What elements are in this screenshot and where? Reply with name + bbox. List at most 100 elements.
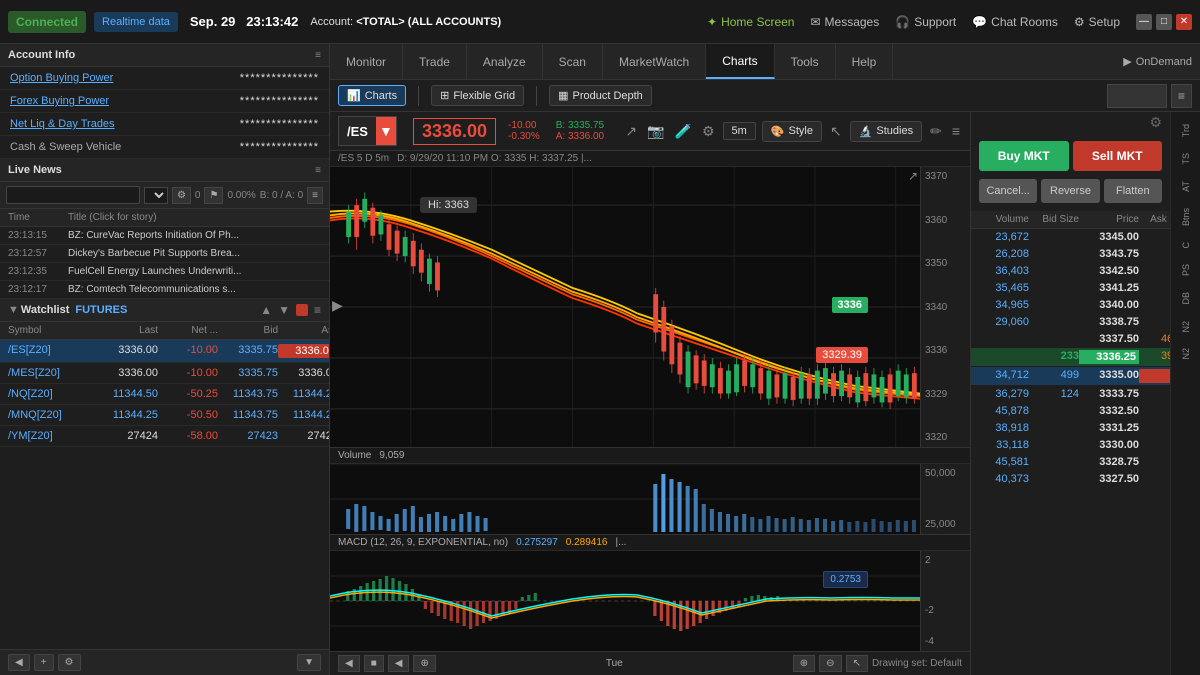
chart-time-label: Tue [606,658,623,669]
nav-chatrooms[interactable]: 💬 Chat Rooms [972,15,1058,29]
news-search-input[interactable] [6,186,140,204]
macd-section: MACD (12, 26, 9, EXPONENTIAL, no) 0.2752… [330,534,970,651]
wl-row-0[interactable]: /ES[Z20] 3336.00 -10.00 3335.75 3336.00 [0,340,329,363]
dom-row-3341: 35,465 3341.25 ● [971,280,1170,297]
side-label-n2-1[interactable]: N2 [1179,317,1193,337]
wl-col-last: Last [88,325,158,336]
tab-marketwatch[interactable]: MarketWatch [603,44,706,79]
nav-setup[interactable]: ⚙ Setup [1074,15,1120,29]
news-row-0[interactable]: 23:13:15 BZ: CureVac Reports Initiation … [0,227,329,245]
forex-buying-power-label[interactable]: Forex Buying Power [10,95,109,107]
zoom-out-btn[interactable]: ⊖ [819,655,841,672]
symbol-down-arrow[interactable]: ▼ [376,117,396,145]
side-label-db[interactable]: DB [1179,288,1193,309]
tab-help[interactable]: Help [836,44,894,79]
side-label-c[interactable]: C [1179,238,1193,253]
product-depth-btn[interactable]: ▦ Product Depth [549,85,652,106]
wl-add-btn[interactable]: + [34,654,54,671]
wl-menu-btn[interactable]: ≡ [314,303,321,317]
settings-btn[interactable]: ⚙ [700,121,717,142]
candlestick-chart[interactable]: Hi: 3363 3336 3329.39 ▶ ↗ [330,167,920,447]
news-row-2[interactable]: 23:12:35 FuelCell Energy Launches Underw… [0,263,329,281]
dom-row-3333: 36,279 124 3333.75 [971,386,1170,403]
symbol-selector[interactable]: /ES ▼ [338,116,397,146]
tab-trade[interactable]: Trade [403,44,467,79]
chart-list-btn[interactable]: ≡ [950,121,962,141]
macd-svg [330,551,920,651]
nav-home[interactable]: ✦ Home Screen [707,15,794,29]
cursor-btn[interactable]: ↖ [828,121,844,142]
side-label-n2-2[interactable]: N2 [1179,344,1193,364]
reverse-btn[interactable]: Reverse [1041,179,1099,203]
news-settings-btn[interactable]: ⚙ [172,187,191,204]
ondemand-btn[interactable]: ▶ OnDemand [1123,55,1200,68]
wl-row-2[interactable]: /NQ[Z20] 11344.50 -50.25 11343.75 11344.… [0,384,329,405]
chart-nav1-btn[interactable]: ■ [364,655,384,672]
style-btn[interactable]: 🎨 Style [762,121,822,142]
sell-mkt-btn[interactable]: Sell MKT [1073,141,1163,171]
news-row-3[interactable]: 23:12:17 BZ: Comtech Telecommunications … [0,281,329,299]
charts-btn[interactable]: 📊 Charts [338,85,406,106]
side-label-ps[interactable]: PS [1179,260,1193,280]
side-label-ts[interactable]: TS [1179,149,1193,169]
realtime-badge: Realtime data [94,12,178,32]
tab-analyze[interactable]: Analyze [467,44,543,79]
zoom-in-btn[interactable]: ⊕ [793,655,815,672]
studies-btn[interactable]: 🔬 Studies [850,121,922,142]
flatten-btn[interactable]: Flatten [1104,179,1162,203]
tab-tools[interactable]: Tools [775,44,836,79]
close-button[interactable]: ✕ [1176,14,1192,30]
wl-prev-btn[interactable]: ◀ [8,654,30,671]
window-controls: — □ ✕ [1136,14,1192,30]
news-flag-btn[interactable]: ⚑ [204,187,223,204]
news-filter-select[interactable] [144,187,168,204]
volume-scale: 50,000 25,000 [920,464,970,534]
order-settings-btn[interactable]: ⚙ [1149,114,1162,131]
tab-charts[interactable]: Charts [706,44,774,79]
charts-list-btn[interactable]: ≡ [1171,84,1192,108]
chart-prev-btn[interactable]: ◀ [338,655,360,672]
chart-crosshair-btn[interactable]: ⊕ [413,655,435,672]
tab-monitor[interactable]: Monitor [330,44,403,79]
share-btn[interactable]: ↗ [623,121,639,142]
cursor-mode-btn[interactable]: ↖ [846,655,868,672]
drawing-btn[interactable]: ✏ [928,121,944,142]
wl-arrow-up[interactable]: ▲ [260,303,272,317]
timeframe-btn[interactable]: 5m [723,122,756,140]
wl-settings-btn[interactable]: ⚙ [58,654,81,671]
camera-btn[interactable]: 📷 [645,121,666,142]
minimize-button[interactable]: — [1136,14,1152,30]
side-label-btns[interactable]: Btns [1179,204,1193,230]
wl-arrow-down[interactable]: ▼ [278,303,290,317]
expand-arrow[interactable]: ▶ [332,297,343,314]
nav-support[interactable]: 🎧 Support [895,15,956,29]
flexible-grid-btn[interactable]: ⊞ Flexible Grid [431,85,524,106]
depth-icon: ▦ [558,89,568,102]
chart-symbol-info: /ES 5 D 5m [338,153,389,164]
buy-mkt-btn[interactable]: Buy MKT [979,141,1069,171]
nav-messages[interactable]: ✉ Messages [810,15,879,29]
flask-btn[interactable]: 🧪 [673,121,694,142]
wl-row-4[interactable]: /YM[Z20] 27424 -58.00 27423 27425 [0,426,329,447]
account-info-header[interactable]: Account Info ≡ [0,44,329,67]
side-label-trd[interactable]: Trd [1179,120,1193,141]
chart-nav2-btn[interactable]: ◀ [388,655,410,672]
wl-row-1[interactable]: /MES[Z20] 3336.00 -10.00 3335.75 3336.00 [0,363,329,384]
chart-header: /ES ▼ 3336.00 -10.00 -0.30% B: 3335.75 A… [330,112,970,151]
wl-col-bid: Bid [218,325,278,336]
dom-row-3330: 33,118 3330.00 ●● [971,437,1170,454]
netliq-label[interactable]: Net Liq & Day Trades [10,118,115,130]
cancel-btn[interactable]: Cancel... [979,179,1037,203]
wl-scroll-btn[interactable]: ▼ [297,654,321,671]
option-buying-power-label[interactable]: Option Buying Power [10,72,113,84]
maximize-button[interactable]: □ [1156,14,1172,30]
news-pct: 0.00% [227,190,255,201]
news-row-1[interactable]: 23:12:57 Dickey's Barbecue Pit Supports … [0,245,329,263]
connected-status: Connected [8,11,86,33]
tab-scan[interactable]: Scan [543,44,603,79]
wl-row-3[interactable]: /MNQ[Z20] 11344.25 -50.50 11343.75 11344… [0,405,329,426]
side-label-at[interactable]: AT [1179,177,1193,196]
live-news-icon: ≡ [315,165,321,176]
news-list-btn[interactable]: ≡ [307,187,323,204]
live-news-header[interactable]: Live News ≡ [0,159,329,182]
